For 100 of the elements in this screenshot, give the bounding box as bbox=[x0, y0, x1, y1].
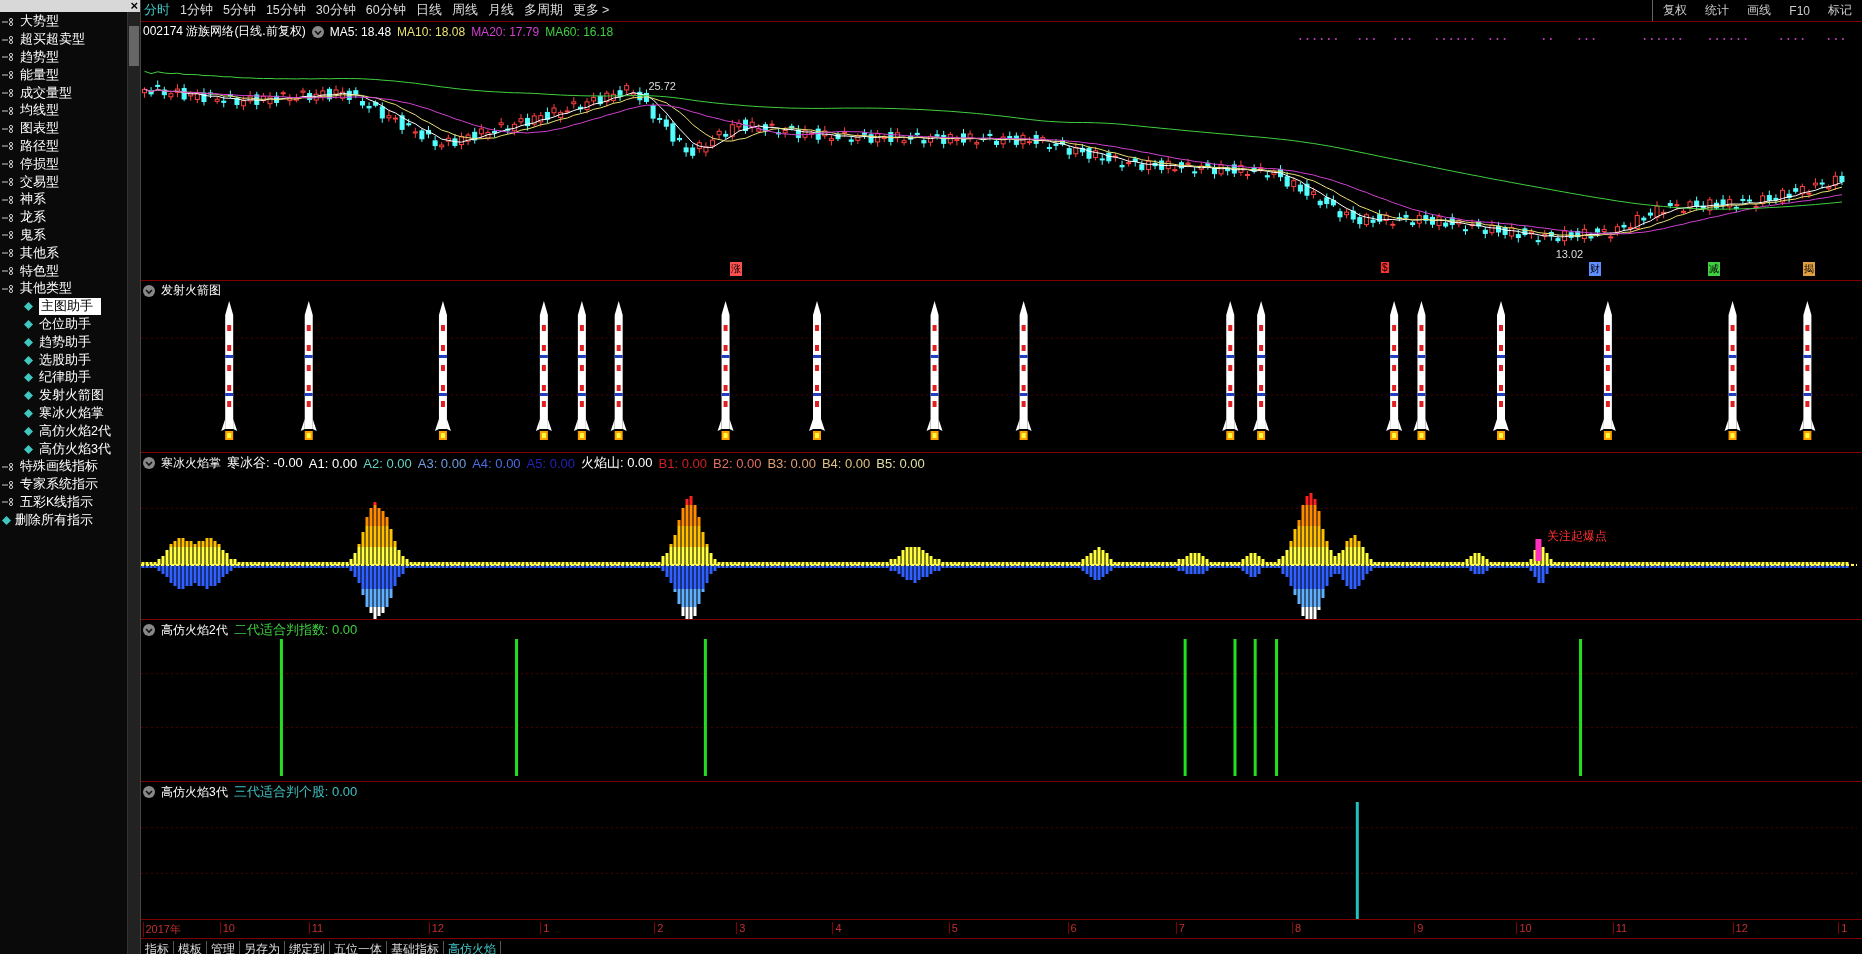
sidebar-item[interactable]: 五彩K线指示 bbox=[0, 493, 127, 512]
sidebar-item[interactable]: 特殊画线指标 bbox=[0, 457, 127, 476]
sidebar-item[interactable]: 其他类型 bbox=[0, 279, 127, 298]
sidebar-item[interactable]: 大势型 bbox=[0, 13, 127, 31]
sidebar-item[interactable]: 超买超卖型 bbox=[0, 30, 127, 49]
ma-reading: MA60: 16.18 bbox=[545, 24, 614, 39]
period-tab[interactable]: 60分钟 bbox=[365, 2, 406, 19]
sidebar-item[interactable]: 删除所有指示 bbox=[0, 511, 127, 530]
rocket-icon bbox=[535, 301, 552, 440]
indicator-reading: 二代适合判指数: 0.00 bbox=[233, 621, 358, 639]
rocket-icon bbox=[1799, 301, 1816, 440]
rocket-icon bbox=[1253, 301, 1270, 440]
toolbar-tab[interactable]: 标记 bbox=[1828, 2, 1852, 19]
period-tab[interactable]: 周线 bbox=[451, 2, 478, 19]
sidebar-item[interactable]: 发射火箭图 bbox=[0, 386, 127, 405]
signal-label: 揭 bbox=[1802, 262, 1815, 276]
axis-label: 11 bbox=[1612, 922, 1628, 934]
indicator-reading: A2: 0.00 bbox=[363, 455, 412, 471]
axis-label: 6 bbox=[1067, 922, 1077, 934]
panel-title: 寒冰火焰掌 bbox=[161, 454, 221, 472]
sidebar-item[interactable]: 选股助手 bbox=[0, 351, 127, 369]
signal-label: $ bbox=[1381, 262, 1389, 273]
sidebar-item[interactable]: 趋势助手 bbox=[0, 333, 127, 352]
sidebar-item[interactable]: 其他系 bbox=[0, 244, 127, 263]
period-tab[interactable]: 日线 bbox=[415, 2, 442, 19]
sidebar-item[interactable]: 神系 bbox=[0, 190, 127, 209]
sidebar-item[interactable]: 图表型 bbox=[0, 119, 127, 138]
rocket-icon bbox=[809, 301, 825, 440]
chevron-down-icon[interactable] bbox=[143, 457, 155, 469]
ma-reading: MA20: 17.79 bbox=[471, 24, 540, 39]
tree-node-icon bbox=[2, 498, 16, 507]
scrollbar[interactable] bbox=[127, 12, 140, 954]
sidebar-item[interactable]: 专家系统指示 bbox=[0, 475, 127, 494]
chevron-down-icon[interactable] bbox=[311, 25, 324, 38]
sidebar-item[interactable]: 成交量型 bbox=[0, 84, 127, 102]
axis-label: 10 bbox=[219, 922, 235, 934]
indicator-reading: B4: 0.00 bbox=[821, 455, 871, 471]
period-tab[interactable]: 15分钟 bbox=[265, 2, 306, 19]
axis-label: 3 bbox=[736, 922, 746, 934]
bottom-tab[interactable]: 基础指标 bbox=[387, 941, 444, 954]
bottom-tab[interactable]: 管理 bbox=[207, 941, 240, 954]
chevron-down-icon[interactable] bbox=[143, 624, 155, 636]
bottom-tab[interactable]: 模板 bbox=[174, 941, 207, 954]
tree-node-icon bbox=[2, 89, 16, 98]
panel-title: 高仿火焰3代 bbox=[161, 783, 228, 801]
chevron-down-icon[interactable] bbox=[143, 284, 155, 297]
period-tab[interactable]: 30分钟 bbox=[315, 2, 356, 19]
tree-node-icon bbox=[2, 267, 16, 276]
sidebar-item[interactable]: 特色型 bbox=[0, 262, 127, 280]
sidebar-item[interactable]: 路径型 bbox=[0, 137, 127, 156]
sidebar-item[interactable]: 龙系 bbox=[0, 208, 127, 227]
tree-node-icon bbox=[2, 213, 16, 222]
period-tab[interactable]: 更多 > bbox=[572, 2, 610, 19]
axis-label: 12 bbox=[428, 922, 444, 934]
indicator-reading: A5: 0.00 bbox=[526, 455, 576, 471]
sidebar-item[interactable]: 纪律助手 bbox=[0, 368, 127, 387]
bottom-tab[interactable]: 五位一体 bbox=[330, 941, 387, 954]
axis-label: 1 bbox=[1838, 922, 1848, 934]
sidebar-item[interactable]: 高仿火焰3代 bbox=[0, 440, 127, 458]
bottom-tab[interactable]: 绑定到 bbox=[285, 941, 330, 954]
axis-label: 8 bbox=[1292, 922, 1302, 934]
panel-title: 高仿火焰2代 bbox=[161, 621, 228, 639]
sidebar-item[interactable]: 寒冰火焰掌 bbox=[0, 404, 127, 423]
indicator-reading: B2: 0.00 bbox=[713, 455, 762, 471]
toolbar-tab[interactable]: 复权 bbox=[1663, 2, 1688, 19]
close-button[interactable]: × bbox=[130, 0, 138, 12]
sidebar-item[interactable]: 停损型 bbox=[0, 155, 127, 174]
period-tab[interactable]: 5分钟 bbox=[222, 2, 256, 19]
indicator-reading: 三代适合判个股: 0.00 bbox=[233, 783, 358, 801]
sidebar-item[interactable]: 主图助手 bbox=[0, 297, 127, 316]
sidebar-item[interactable]: 高仿火焰2代 bbox=[0, 422, 127, 441]
panel-title: 发射火箭图 bbox=[161, 282, 221, 299]
bottom-tab[interactable]: 另存为 bbox=[240, 941, 285, 954]
rocket-icon bbox=[300, 301, 317, 440]
bottom-tab[interactable]: 指标 bbox=[141, 941, 174, 954]
axis-label: 1 bbox=[540, 922, 550, 934]
rocket-icon bbox=[1413, 301, 1430, 440]
sidebar-item[interactable]: 交易型 bbox=[0, 173, 127, 191]
sidebar-item[interactable]: 仓位助手 bbox=[0, 315, 127, 334]
toolbar-tab[interactable]: 画线 bbox=[1747, 2, 1772, 19]
rocket-icon bbox=[926, 301, 943, 440]
tree-node-icon bbox=[2, 71, 16, 80]
sidebar-item[interactable]: 均线型 bbox=[0, 102, 127, 120]
sidebar-item[interactable]: 鬼系 bbox=[0, 226, 127, 245]
sidebar-item[interactable]: 能量型 bbox=[0, 66, 127, 85]
rocket-icon bbox=[610, 301, 627, 440]
indicator-reading: A4: 0.00 bbox=[472, 455, 521, 471]
period-tab[interactable]: 分时 bbox=[144, 2, 170, 19]
toolbar-tab[interactable]: F10 bbox=[1789, 3, 1810, 18]
ma-reading: MA5: 18.48 bbox=[329, 24, 392, 39]
period-tab[interactable]: 1分钟 bbox=[180, 2, 213, 19]
period-tab[interactable]: 月线 bbox=[487, 2, 514, 19]
toolbar-tab[interactable]: 统计 bbox=[1705, 2, 1730, 19]
period-tab[interactable]: 多周期 bbox=[523, 2, 563, 19]
sidebar-item[interactable]: 趋势型 bbox=[0, 48, 127, 67]
chevron-down-icon[interactable] bbox=[143, 786, 155, 798]
scrollbar-thumb[interactable] bbox=[129, 26, 139, 66]
indicator-reading: B1: 0.00 bbox=[658, 455, 707, 471]
rocket-icon bbox=[573, 301, 590, 440]
bottom-tab[interactable]: 高仿火焰 bbox=[444, 941, 501, 954]
